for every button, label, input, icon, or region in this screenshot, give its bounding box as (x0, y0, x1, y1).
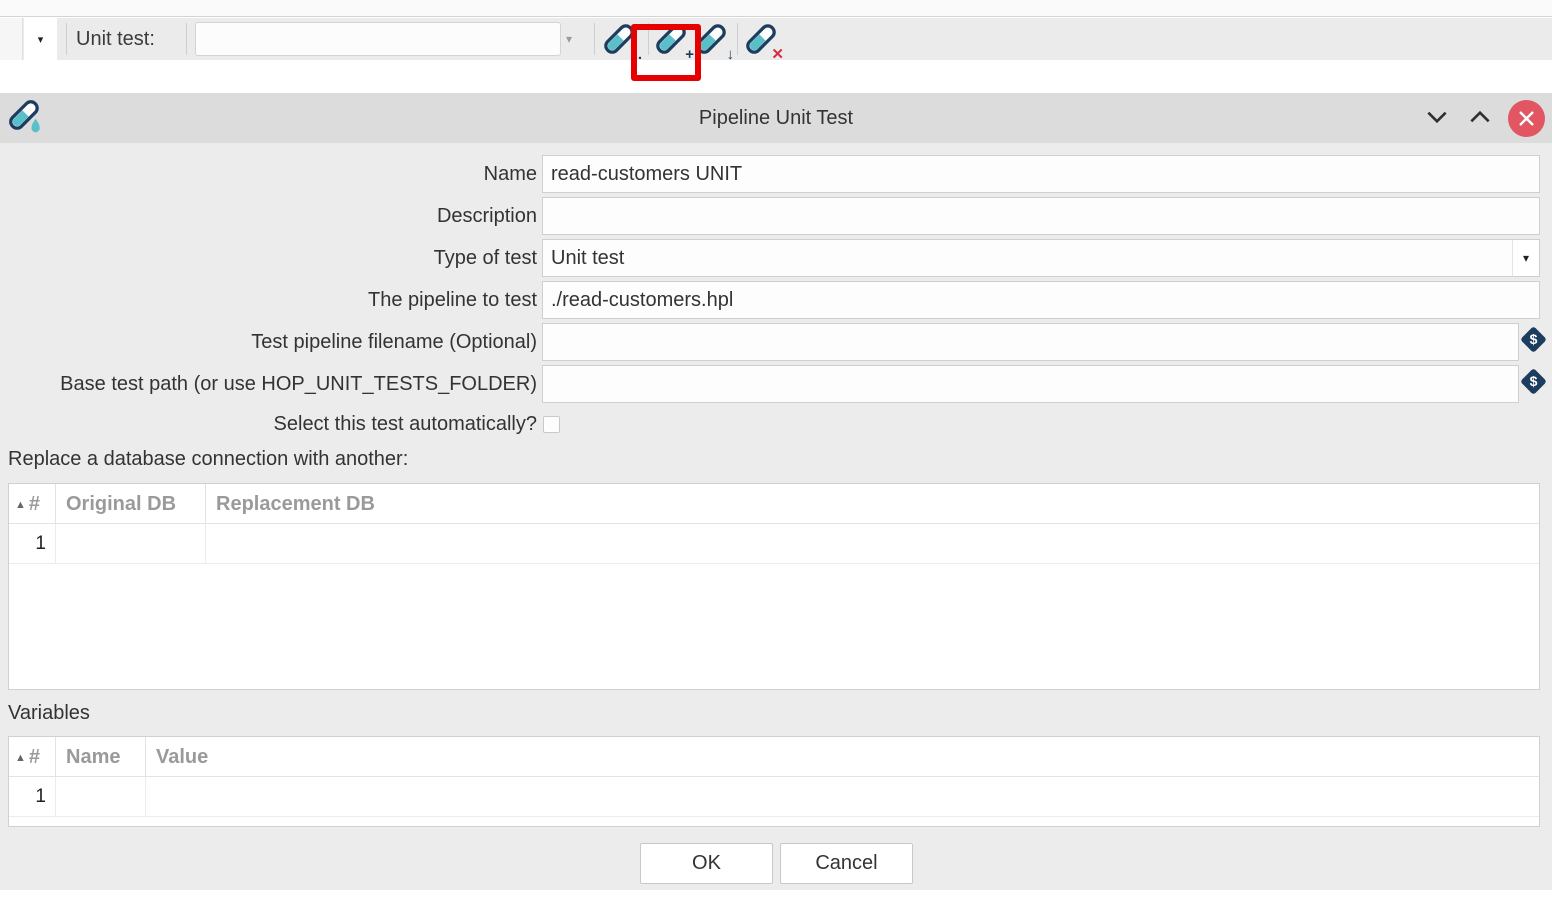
create-unit-test-button[interactable]: + (654, 22, 692, 60)
separator (594, 23, 595, 55)
variable-value-cell[interactable] (146, 777, 1539, 816)
detach-unit-test-button[interactable]: ↓ (694, 22, 732, 60)
sort-caret-icon: ▲ (15, 499, 26, 511)
pipeline-to-test-label: The pipeline to test (0, 281, 537, 319)
base-test-path-field[interactable] (542, 365, 1519, 403)
variable-value-header[interactable]: Value (146, 737, 1539, 776)
test-pipeline-filename-label: Test pipeline filename (Optional) (0, 323, 537, 361)
app-window: ▾ Unit test: ▾ .. + ↓ ✕ P (0, 0, 1552, 912)
separator (66, 23, 67, 55)
db-replace-table: ▲# Original DB Replacement DB 1 (8, 483, 1540, 690)
variables-table-row: 1 (9, 777, 1539, 817)
db-table-row: 1 (9, 524, 1539, 564)
separator (186, 23, 187, 55)
edit-unit-test-button[interactable]: .. (602, 22, 640, 60)
type-of-test-combo[interactable] (542, 239, 1540, 277)
unit-test-combo[interactable] (195, 22, 561, 56)
original-db-header[interactable]: Original DB (56, 484, 206, 523)
name-field[interactable] (542, 155, 1540, 193)
toolbar-dropdown-button[interactable]: ▾ (24, 18, 57, 60)
original-db-cell[interactable] (56, 524, 206, 563)
description-field[interactable] (542, 197, 1540, 235)
test-pipeline-filename-field[interactable] (542, 323, 1519, 361)
plus-icon: + (685, 47, 694, 62)
variable-name-cell[interactable] (56, 777, 146, 816)
sort-caret-icon: ▲ (15, 752, 26, 764)
db-replace-section-label: Replace a database connection with anoth… (8, 448, 408, 471)
combo-arrow-icon[interactable]: ▾ (566, 18, 572, 60)
select-automatically-label: Select this test automatically? (0, 405, 537, 443)
type-of-test-label: Type of test (0, 239, 537, 277)
delete-unit-test-button[interactable]: ✕ (744, 22, 782, 60)
variable-dollar-icon[interactable]: $ (1521, 327, 1546, 352)
description-label: Description (0, 197, 537, 235)
edit-dots-icon: .. (634, 47, 642, 62)
arrow-down-icon: ↓ (727, 47, 735, 62)
dialog-header: Pipeline Unit Test (0, 93, 1552, 143)
cancel-button[interactable]: Cancel (780, 843, 913, 884)
variables-num-header[interactable]: ▲# (9, 737, 56, 776)
type-of-test-dropdown-icon[interactable]: ▾ (1512, 239, 1540, 277)
variable-dollar-icon[interactable]: $ (1521, 369, 1546, 394)
toolbar-corner (0, 18, 23, 60)
top-strip (0, 0, 1552, 17)
delete-x-icon: ✕ (771, 47, 784, 62)
select-automatically-checkbox[interactable] (543, 416, 560, 433)
chevron-down-icon[interactable] (1420, 101, 1454, 135)
pipeline-to-test-field[interactable] (542, 281, 1540, 319)
variables-table: ▲# Name Value 1 (8, 736, 1540, 827)
name-label: Name (0, 155, 537, 193)
close-icon[interactable] (1508, 100, 1545, 137)
unit-test-label: Unit test: (76, 18, 155, 60)
separator (737, 23, 738, 55)
variables-section-label: Variables (8, 702, 90, 725)
chevron-up-icon[interactable] (1463, 101, 1497, 135)
ok-button[interactable]: OK (640, 843, 773, 884)
variables-table-header: ▲# Name Value (9, 737, 1539, 777)
dialog-title: Pipeline Unit Test (0, 93, 1552, 143)
base-test-path-label: Base test path (or use HOP_UNIT_TESTS_FO… (0, 365, 537, 403)
separator (648, 23, 649, 55)
db-row-number: 1 (9, 524, 56, 563)
db-num-header[interactable]: ▲# (9, 484, 56, 523)
replacement-db-cell[interactable] (206, 524, 1539, 563)
unit-test-toolbar: ▾ Unit test: ▾ .. + ↓ ✕ (0, 18, 1552, 60)
replacement-db-header[interactable]: Replacement DB (206, 484, 1539, 523)
variable-row-number: 1 (9, 777, 56, 816)
db-table-header: ▲# Original DB Replacement DB (9, 484, 1539, 524)
variable-name-header[interactable]: Name (56, 737, 146, 776)
